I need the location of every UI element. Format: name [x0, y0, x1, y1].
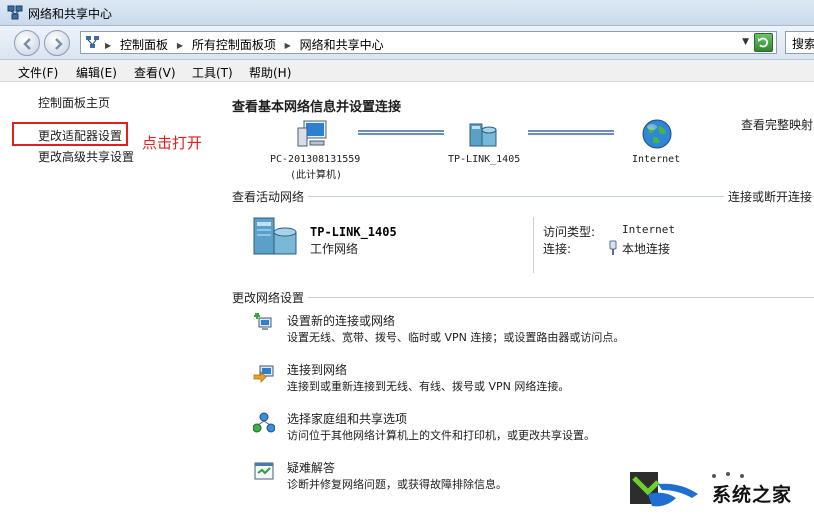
local-connection-link[interactable]: 本地连接 — [622, 240, 670, 257]
forward-button[interactable] — [44, 30, 70, 56]
network-center-icon — [7, 5, 23, 20]
window-title: 网络和共享中心 — [28, 7, 113, 21]
refresh-button[interactable] — [754, 33, 773, 52]
connection-line — [358, 130, 444, 135]
chevron-right-icon[interactable]: ▶ — [105, 41, 111, 50]
node-internet-label: Internet — [632, 154, 681, 165]
divider — [232, 297, 814, 298]
menu-tools[interactable]: 工具(T) — [192, 64, 233, 81]
node-computer-label: PC-201308131559 — [270, 154, 361, 165]
task-setup-connection-link[interactable]: 设置新的连接或网络 — [287, 312, 395, 329]
sidebar-item-change-advanced-sharing[interactable]: 更改高级共享设置 — [38, 148, 134, 165]
back-button[interactable] — [14, 30, 40, 56]
connection-line — [528, 130, 614, 135]
search-input[interactable]: 搜索 — [785, 31, 814, 54]
main-content: 查看基本网络信息并设置连接 查看完整映射 PC-201308131559 (此计… — [210, 82, 814, 519]
breadcrumb-item[interactable]: 所有控制面板项 — [192, 38, 276, 52]
new-connection-icon — [254, 313, 272, 330]
node-computer-sublabel: (此计算机) — [290, 170, 343, 181]
task-connect-network-desc: 连接到或重新连接到无线、有线、拨号或 VPN 网络连接。 — [287, 380, 570, 393]
page-title: 查看基本网络信息并设置连接 — [232, 100, 402, 115]
task-troubleshoot-link[interactable]: 疑难解答 — [287, 459, 335, 476]
breadcrumb-item[interactable]: 控制面板 — [120, 38, 168, 52]
chevron-right-icon[interactable]: ▶ — [285, 41, 291, 50]
view-full-map-link[interactable]: 查看完整映射 — [741, 116, 813, 133]
annotation-text: 点击打开 — [142, 134, 203, 152]
task-setup-connection-desc: 设置无线、宽带、拨号、临时或 VPN 连接；或设置路由器或访问点。 — [287, 331, 625, 344]
router-icon[interactable] — [466, 118, 500, 150]
task-troubleshoot-desc: 诊断并修复网络问题，或获得故障排除信息。 — [287, 478, 507, 491]
watermark-text: 系统之家 — [712, 484, 793, 506]
breadcrumb: ▶ 控制面板 ▶ 所有控制面板项 ▶ 网络和共享中心 — [105, 36, 389, 53]
network-name: TP-LINK_1405 — [310, 225, 397, 239]
active-network-title: 查看活动网络 — [232, 188, 309, 205]
sidebar: 控制面板主页 更改适配器设置 更改高级共享设置 点击打开 — [0, 82, 210, 519]
homegroup-icon — [253, 412, 275, 433]
menu-view[interactable]: 查看(V) — [134, 64, 176, 81]
refresh-icon — [758, 37, 769, 48]
change-settings-title: 更改网络设置 — [232, 289, 309, 306]
menu-help[interactable]: 帮助(H) — [249, 64, 291, 81]
connection-label: 连接: — [543, 242, 572, 256]
globe-icon[interactable] — [640, 117, 674, 151]
address-bar: ▶ 控制面板 ▶ 所有控制面板项 ▶ 网络和共享中心 ▼ 搜索 — [0, 26, 814, 60]
menu-bar: 文件(F) 编辑(E) 查看(V) 工具(T) 帮助(H) — [0, 60, 814, 82]
network-type-link[interactable]: 工作网络 — [310, 240, 358, 257]
sidebar-item-control-panel-home[interactable]: 控制面板主页 — [38, 94, 110, 111]
task-homegroup-desc: 访问位于其他网络计算机上的文件和打印机，或更改共享设置。 — [287, 429, 595, 442]
forward-arrow-icon — [55, 38, 63, 50]
computer-icon[interactable] — [296, 116, 330, 150]
address-input[interactable]: ▶ 控制面板 ▶ 所有控制面板项 ▶ 网络和共享中心 ▼ — [80, 31, 777, 54]
connect-disconnect-link[interactable]: 连接或断开连接 — [724, 188, 813, 205]
ethernet-icon — [609, 240, 617, 255]
task-connect-network-link[interactable]: 连接到网络 — [287, 361, 347, 378]
access-type-value: Internet — [622, 223, 675, 236]
network-icon — [253, 217, 297, 255]
divider — [533, 217, 534, 273]
back-arrow-icon — [23, 38, 31, 50]
breadcrumb-item[interactable]: 网络和共享中心 — [300, 38, 384, 52]
title-bar: 网络和共享中心 — [0, 0, 814, 26]
task-homegroup-link[interactable]: 选择家庭组和共享选项 — [287, 410, 407, 427]
sidebar-item-change-adapter-settings[interactable]: 更改适配器设置 — [38, 127, 122, 144]
node-router-label: TP-LINK_1405 — [448, 154, 521, 165]
menu-edit[interactable]: 编辑(E) — [76, 64, 117, 81]
troubleshoot-icon — [254, 462, 274, 480]
chevron-right-icon[interactable]: ▶ — [177, 41, 183, 50]
chevron-down-icon[interactable]: ▼ — [742, 37, 749, 47]
menu-file[interactable]: 文件(F) — [18, 64, 58, 81]
access-type-label: 访问类型: — [543, 225, 596, 239]
network-center-icon — [86, 36, 99, 48]
connect-network-icon — [253, 365, 274, 383]
